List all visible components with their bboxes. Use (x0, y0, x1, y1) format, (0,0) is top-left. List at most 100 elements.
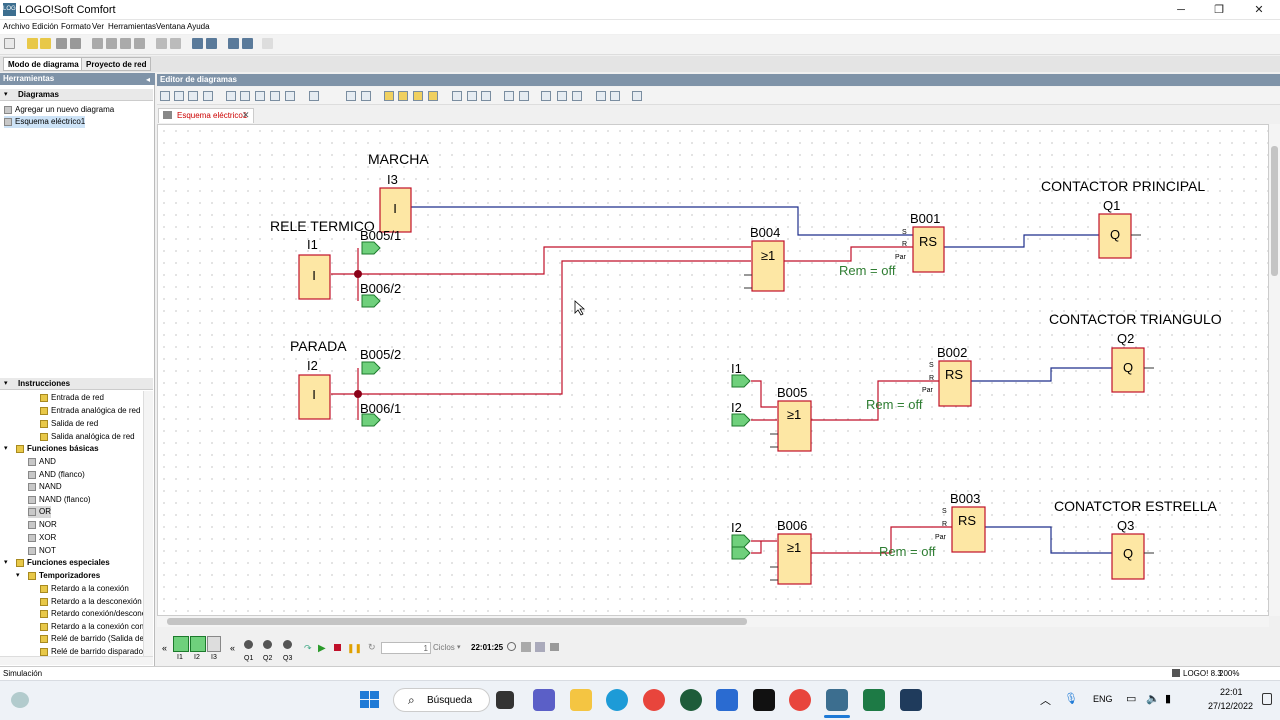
tree-special-functions[interactable]: Funciones especiales (16, 557, 110, 569)
tab-network-project[interactable]: Proyecto de red (81, 57, 152, 71)
zoom-in-tool-icon[interactable] (504, 91, 514, 101)
cut-connection-tool-icon[interactable] (541, 91, 551, 101)
instructions-header[interactable]: Instrucciones (0, 378, 153, 390)
delete-icon[interactable] (92, 38, 103, 49)
tree-item-nor[interactable]: NOR (28, 519, 57, 531)
single-view-tool-icon[interactable] (452, 91, 462, 101)
copy-icon[interactable] (120, 38, 131, 49)
redo-tool-icon[interactable] (361, 91, 371, 101)
align-center-tool-icon[interactable] (240, 91, 250, 101)
timers-toggle-icon[interactable]: ▾ (16, 570, 24, 582)
select-tool-icon[interactable] (160, 91, 170, 101)
tray-chevron-icon[interactable]: ︿ (1040, 692, 1051, 708)
vscroll-thumb[interactable] (1271, 146, 1278, 276)
sim-refresh-icon[interactable]: ↻ (368, 642, 376, 653)
tree-item-network-input[interactable]: Entrada de red (40, 392, 104, 404)
flag-b006-2[interactable] (361, 294, 381, 308)
sim-chart-icon[interactable] (521, 642, 531, 652)
notifications-icon[interactable] (1262, 693, 1272, 705)
sim-stop-icon[interactable] (334, 644, 341, 651)
paste-icon[interactable] (134, 38, 145, 49)
constants-tool-icon[interactable] (188, 91, 198, 101)
zoom-out-tool-icon[interactable] (519, 91, 529, 101)
tree-item-off-delay[interactable]: Retardo a la desconexión (40, 596, 142, 608)
flag-i2-b005[interactable] (731, 413, 751, 427)
clock-date[interactable]: 27/12/2022 (1208, 701, 1253, 711)
menu-edicion[interactable]: Edición (32, 22, 58, 31)
sim-table-icon[interactable] (535, 642, 545, 652)
undo-tool-icon[interactable] (346, 91, 356, 101)
canvas-vscrollbar[interactable] (1269, 124, 1280, 616)
instructions-scrollbar[interactable] (143, 391, 153, 657)
input-block-i3[interactable]: I3 I (379, 172, 412, 233)
hscroll-thumb[interactable] (167, 618, 747, 625)
logo-to-pc-icon[interactable] (206, 38, 217, 49)
sim-device-icon[interactable] (550, 643, 559, 651)
rs-block-b001[interactable]: B001 RS S R Par (895, 211, 945, 273)
output-block-q3[interactable]: Q3 Q (1111, 518, 1154, 580)
or-block-b006[interactable]: B006 ≥1 (770, 518, 812, 585)
special-toggle-icon[interactable]: ▾ (4, 557, 12, 569)
text-tool-icon[interactable] (203, 91, 213, 101)
terminal-icon[interactable] (900, 689, 922, 711)
input-block-i2[interactable]: I2 I (298, 358, 331, 420)
teams-icon[interactable] (533, 689, 555, 711)
block-co-tool-icon[interactable] (384, 91, 394, 101)
excel-icon[interactable] (863, 689, 885, 711)
menu-ayuda[interactable]: Ayuda (187, 22, 210, 31)
edge-icon[interactable] (606, 689, 628, 711)
start-icon[interactable] (360, 691, 380, 709)
sim-switch-i3[interactable] (207, 636, 221, 652)
open-icon[interactable] (27, 38, 38, 49)
tree-item-network-analog-output[interactable]: Salida analógica de red (40, 431, 135, 443)
align-top-tool-icon[interactable] (270, 91, 280, 101)
or-block-b005[interactable]: B005 ≥1 (770, 385, 812, 452)
split-v-tool-icon[interactable] (481, 91, 491, 101)
close-tab-icon[interactable]: ✕ (242, 110, 250, 121)
rs-block-b003[interactable]: B003 RS S R Par (935, 491, 986, 553)
sim-step-icon[interactable]: ↷ (304, 643, 312, 654)
tree-item-and-edge[interactable]: AND (flanco) (28, 469, 85, 481)
chrome-profile-icon[interactable] (789, 689, 811, 711)
menu-ventana[interactable]: Ventana (156, 22, 185, 31)
connection-icon[interactable] (228, 38, 239, 49)
check-tool-icon[interactable] (572, 91, 582, 101)
close-button[interactable]: ✕ (1240, 0, 1278, 20)
tree-item-not[interactable]: NOT (28, 545, 56, 557)
output-block-q1[interactable]: Q1 Q (1098, 198, 1141, 259)
battery-icon[interactable]: ▮ (1165, 692, 1171, 705)
clock-icon[interactable] (507, 642, 516, 651)
cut-icon[interactable] (106, 38, 117, 49)
microphone-icon[interactable]: 🎙 (1064, 692, 1078, 705)
simulation-tool-icon[interactable] (596, 91, 606, 101)
menu-formato[interactable]: Formato (61, 22, 91, 31)
mail-icon[interactable] (716, 689, 738, 711)
menu-ver[interactable]: Ver (92, 22, 104, 31)
connect-all-tool-icon[interactable] (557, 91, 567, 101)
flag-b005-1[interactable] (361, 241, 381, 255)
netflix-icon[interactable] (753, 689, 775, 711)
sim-play-icon[interactable]: ▶ (318, 643, 326, 654)
tree-item-pulse-relay[interactable]: Relé de barrido (Salida de im (40, 633, 143, 645)
tree-item-add-diagram[interactable]: Agregar un nuevo diagrama (4, 104, 114, 116)
connect-tool-icon[interactable] (174, 91, 184, 101)
tree-item-on-off-delay[interactable]: Retardo conexión/desconexión (40, 608, 143, 620)
block-gf-tool-icon[interactable] (398, 91, 408, 101)
clock-time[interactable]: 22:01 (1220, 687, 1243, 697)
settings-icon[interactable] (242, 38, 253, 49)
save-icon[interactable] (56, 38, 67, 49)
menu-archivo[interactable]: Archivo (3, 22, 30, 31)
rs-block-b002[interactable]: B002 RS S R Par (922, 345, 972, 407)
volume-icon[interactable]: 🔈 (1146, 692, 1160, 705)
tab-esquema-electrico1[interactable]: Esquema eléctrico1 (158, 108, 254, 123)
basic-toggle-icon[interactable]: ▾ (4, 443, 12, 455)
tree-item-nand[interactable]: NAND (28, 481, 62, 493)
minimize-button[interactable]: ─ (1162, 0, 1200, 20)
tree-item-esquema[interactable]: Esquema eléctrico1 (4, 116, 86, 128)
tree-item-retentive-on-delay[interactable]: Retardo a la conexión con m (40, 621, 143, 633)
instructions-hscrollbar[interactable] (0, 656, 153, 665)
input-block-i1[interactable]: I1 I (298, 237, 331, 300)
collapse-left-icon[interactable]: ◂ (146, 75, 150, 84)
print-icon[interactable] (70, 38, 81, 49)
help-icon[interactable] (262, 38, 273, 49)
